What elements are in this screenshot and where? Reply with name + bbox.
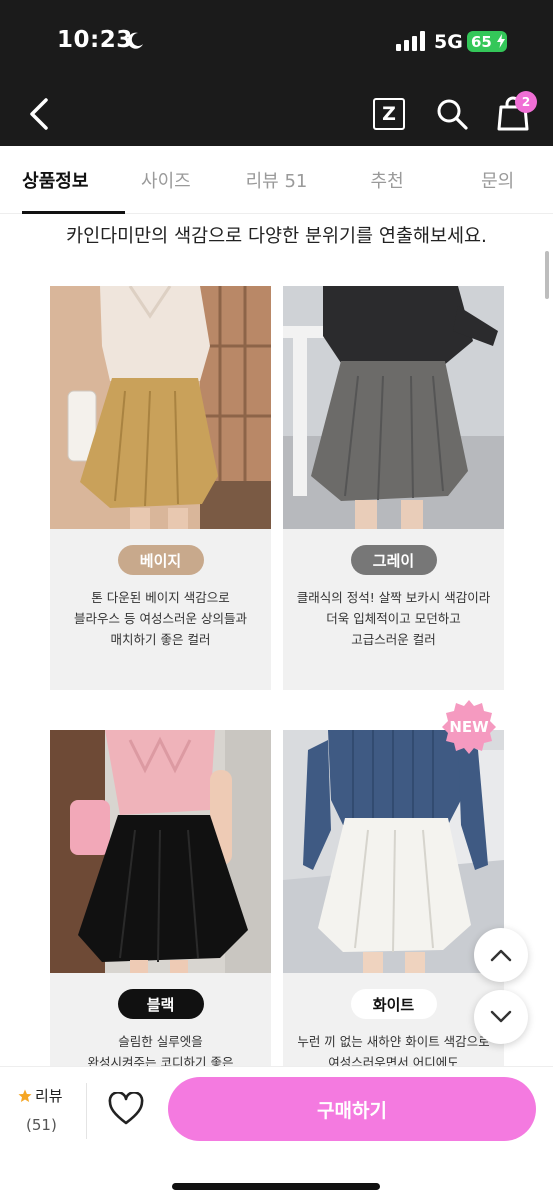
new-badge: NEW <box>442 700 496 754</box>
product-photo-gray <box>283 286 504 529</box>
status-bar: 10:23 5G 65 <box>0 0 553 84</box>
color-description-beige: 톤 다운된 베이지 색감으로 블라우스 등 여성스러운 상의들과 매치하기 좋은… <box>50 587 271 650</box>
zigzag-button[interactable]: Z <box>373 98 405 130</box>
tab-product-info[interactable]: 상품정보 <box>0 146 125 214</box>
color-description-gray: 클래식의 정석! 살짝 보카시 색감이라 더욱 입체적이고 모던하고 고급스러운… <box>283 587 504 650</box>
tab-size[interactable]: 사이즈 <box>111 146 222 213</box>
review-shortcut[interactable]: 리뷰 (51) <box>18 1085 78 1134</box>
color-label-white: 화이트 <box>350 989 437 1019</box>
network-label: 5G <box>434 31 463 53</box>
moon-icon <box>127 32 143 49</box>
color-info-gray: 그레이 클래식의 정석! 살짝 보카시 색감이라 더욱 입체적이고 모던하고 고… <box>283 529 504 689</box>
back-icon[interactable] <box>24 96 56 132</box>
cart-count-badge: 2 <box>515 91 537 113</box>
charging-icon <box>497 34 505 48</box>
color-label-beige: 베이지 <box>117 545 204 575</box>
desc-line: 블라우스 등 여성스러운 상의들과 <box>74 611 247 626</box>
product-photo-black <box>50 730 271 973</box>
color-card-beige: 베이지 톤 다운된 베이지 색감으로 블라우스 등 여성스러운 상의들과 매치하… <box>50 286 271 690</box>
scroll-indicator[interactable] <box>545 251 549 299</box>
buy-button[interactable]: 구매하기 <box>168 1077 536 1141</box>
desc-line: 고급스러운 컬러 <box>351 632 436 647</box>
color-description-black: 슬림한 실루엣을 완성시켜주는 코디하기 좋은 <box>50 1031 271 1066</box>
color-info-black: 블랙 슬림한 실루엣을 완성시켜주는 코디하기 좋은 <box>50 973 271 1066</box>
review-label: 리뷰 <box>35 1087 63 1105</box>
color-card-gray: 그레이 클래식의 정석! 살짝 보카시 색감이라 더욱 입체적이고 모던하고 고… <box>283 286 504 690</box>
status-time: 10:23 <box>57 27 133 53</box>
tab-reviews[interactable]: 리뷰 51 <box>221 146 332 213</box>
scroll-down-button[interactable] <box>474 990 528 1044</box>
star-icon <box>18 1089 32 1102</box>
color-info-beige: 베이지 톤 다운된 베이지 색감으로 블라우스 등 여성스러운 상의들과 매치하… <box>50 529 271 689</box>
desc-line: 매치하기 좋은 컬러 <box>110 632 211 647</box>
desc-line: 누런 끼 없는 새하얀 화이트 색감으로 <box>297 1034 490 1049</box>
product-detail-content[interactable]: 카인다미만의 색감으로 다양한 분위기를 연출해보세요. 베이지 톤 다운된 베… <box>0 214 553 1066</box>
search-icon[interactable] <box>435 97 469 131</box>
desc-line: 여성스러우면서 어디에도 <box>328 1055 459 1066</box>
battery-level: 65 <box>471 32 492 51</box>
desc-line: 완성시켜주는 코디하기 좋은 <box>87 1055 234 1066</box>
color-description-white: 누런 끼 없는 새하얀 화이트 색감으로 여성스러우면서 어디에도 <box>283 1031 504 1066</box>
product-tabs: 상품정보 사이즈 리뷰 51 추천 문의 <box>0 146 553 214</box>
review-label-row: 리뷰 <box>18 1085 78 1106</box>
desc-line: 더욱 입체적이고 모던하고 <box>326 611 461 626</box>
chevron-up-icon <box>490 949 512 962</box>
tab-recommend[interactable]: 추천 <box>332 146 443 213</box>
color-label-gray: 그레이 <box>350 545 437 575</box>
color-card-white: 화이트 누런 끼 없는 새하얀 화이트 색감으로 여성스러우면서 어디에도 <box>283 730 504 1066</box>
tab-inquiry[interactable]: 문의 <box>442 146 553 213</box>
signal-icon <box>396 31 425 51</box>
battery-indicator: 65 <box>467 31 507 52</box>
top-bar: 10:23 5G 65 Z 2 <box>0 0 553 146</box>
product-photo-white <box>283 730 504 973</box>
color-info-white: 화이트 누런 끼 없는 새하얀 화이트 색감으로 여성스러우면서 어디에도 <box>283 973 504 1066</box>
divider <box>86 1083 87 1139</box>
home-indicator <box>172 1183 380 1190</box>
bottom-purchase-bar: 리뷰 (51) 구매하기 <box>0 1066 553 1200</box>
heart-icon[interactable] <box>108 1092 144 1126</box>
product-photo-beige <box>50 286 271 529</box>
color-card-black: 블랙 슬림한 실루엣을 완성시켜주는 코디하기 좋은 <box>50 730 271 1066</box>
desc-line: 클래식의 정석! 살짝 보카시 색감이라 <box>296 590 491 605</box>
new-badge-label: NEW <box>449 718 489 736</box>
color-label-black: 블랙 <box>117 989 204 1019</box>
desc-line: 톤 다운된 베이지 색감으로 <box>91 590 230 605</box>
chevron-down-icon <box>490 1010 512 1023</box>
intro-text: 카인다미만의 색감으로 다양한 분위기를 연출해보세요. <box>66 226 487 247</box>
desc-line: 슬림한 실루엣을 <box>118 1034 203 1049</box>
scroll-up-button[interactable] <box>474 928 528 982</box>
review-count: (51) <box>26 1116 57 1134</box>
